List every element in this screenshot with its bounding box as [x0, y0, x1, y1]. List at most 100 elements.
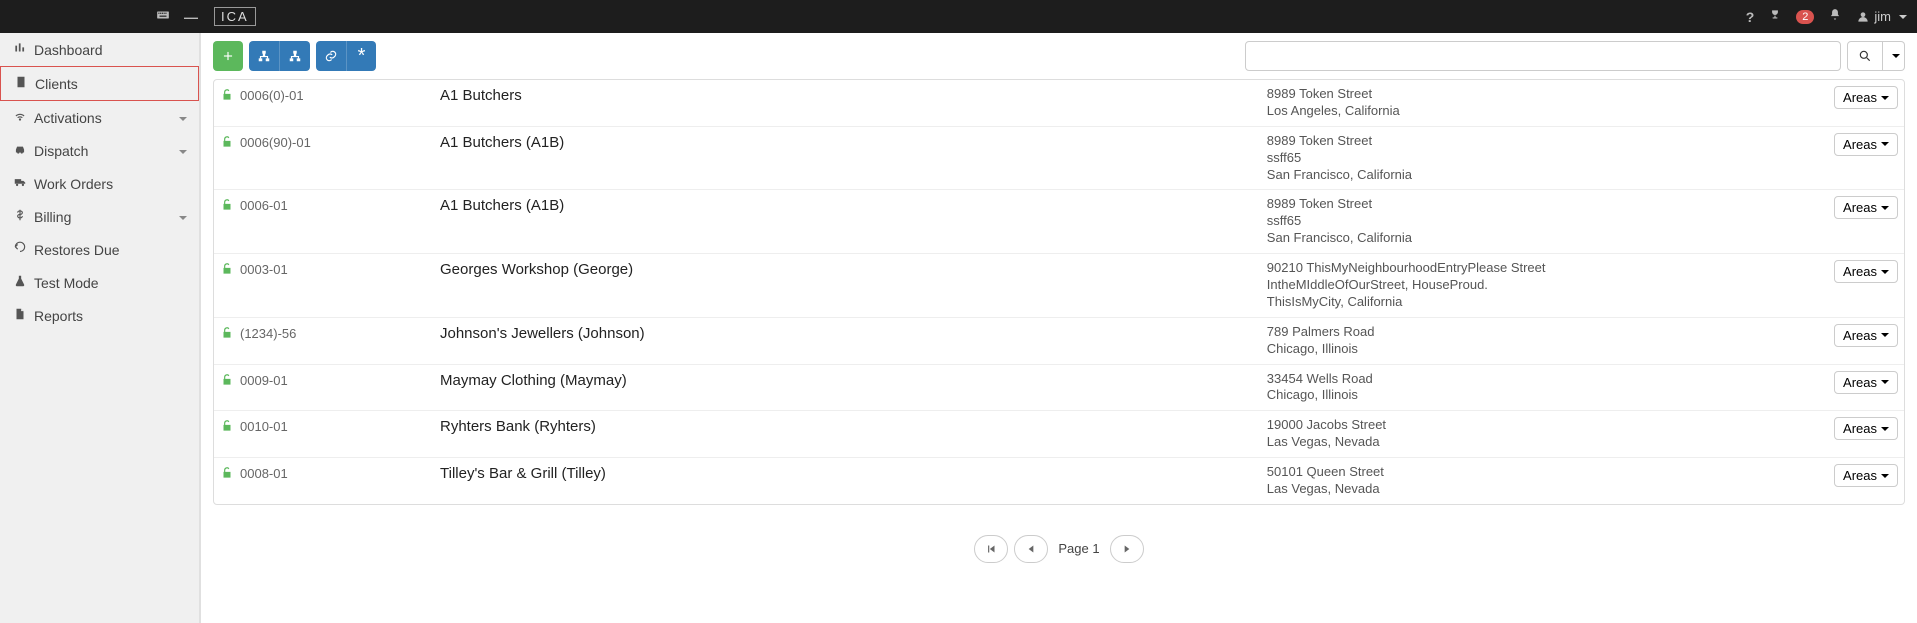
chart-icon [12, 41, 28, 58]
dollar-icon [12, 208, 28, 225]
client-address-line: Las Vegas, Nevada [1267, 481, 1818, 498]
areas-button[interactable]: Areas [1834, 86, 1898, 109]
client-address-line: ssff65 [1267, 213, 1818, 230]
client-address-line: San Francisco, California [1267, 230, 1818, 247]
sidebar-item-label: Clients [35, 76, 78, 92]
client-address: 789 Palmers RoadChicago, Illinois [1267, 324, 1818, 358]
topbar: — ICA ? 2 jim [0, 0, 1917, 33]
sidebar-item-label: Restores Due [34, 242, 120, 258]
sidebar-item-restores-due[interactable]: Restores Due [0, 233, 199, 266]
client-list: 0006(0)-01A1 Butchers8989 Token StreetLo… [213, 79, 1905, 505]
client-address-line: Los Angeles, California [1267, 103, 1818, 120]
titlebar-controls: — [10, 8, 210, 25]
client-address-line: 19000 Jacobs Street [1267, 417, 1818, 434]
unlock-icon [220, 417, 240, 451]
sidebar: Dashboard Clients Activations Dispatch Work … [0, 33, 200, 623]
sidebar-item-dashboard[interactable]: Dashboard [0, 33, 199, 66]
client-row[interactable]: 0009-01Maymay Clothing (Maymay)33454 Wel… [214, 364, 1904, 411]
unlock-icon [220, 464, 240, 498]
client-name: Tilley's Bar & Grill (Tilley) [440, 464, 1267, 498]
sidebar-item-activations[interactable]: Activations [0, 101, 199, 134]
help-icon[interactable]: ? [1746, 9, 1755, 25]
sidebar-item-label: Reports [34, 308, 83, 324]
client-address: 19000 Jacobs StreetLas Vegas, Nevada [1267, 417, 1818, 451]
client-row[interactable]: 0010-01Ryhters Bank (Ryhters)19000 Jacob… [214, 410, 1904, 457]
sitemap-alt-button[interactable] [279, 41, 310, 71]
client-address-line: Chicago, Illinois [1267, 387, 1818, 404]
pager: Page 1 [213, 535, 1905, 563]
areas-button[interactable]: Areas [1834, 324, 1898, 347]
client-code: (1234)-56 [240, 324, 440, 358]
areas-button[interactable]: Areas [1834, 196, 1898, 219]
link-button[interactable] [316, 41, 346, 71]
search-button[interactable] [1847, 41, 1883, 71]
client-address-line: Chicago, Illinois [1267, 341, 1818, 358]
sidebar-item-label: Activations [34, 110, 102, 126]
sidebar-item-reports[interactable]: Reports [0, 299, 199, 332]
client-address-line: San Francisco, California [1267, 167, 1818, 184]
minimize-icon[interactable]: — [184, 9, 198, 25]
asterisk-button[interactable]: * [346, 41, 376, 71]
sidebar-item-billing[interactable]: Billing [0, 200, 199, 233]
pager-first-button[interactable] [974, 535, 1008, 563]
client-code: 0006(0)-01 [240, 86, 440, 120]
client-address-line: 50101 Queen Street [1267, 464, 1818, 481]
sidebar-item-work-orders[interactable]: Work Orders [0, 167, 199, 200]
car-icon [12, 142, 28, 159]
client-row[interactable]: 0008-01Tilley's Bar & Grill (Tilley)5010… [214, 457, 1904, 504]
client-address: 50101 Queen StreetLas Vegas, Nevada [1267, 464, 1818, 498]
sidebar-item-clients[interactable]: Clients [0, 66, 199, 101]
areas-button[interactable]: Areas [1834, 417, 1898, 440]
search-options-button[interactable] [1883, 41, 1905, 71]
unlock-icon [220, 133, 240, 184]
app-logo: ICA [214, 7, 256, 26]
truck-icon [12, 175, 28, 192]
toolbar: * [213, 41, 1905, 71]
client-row[interactable]: 0006(90)-01A1 Butchers (A1B)8989 Token S… [214, 126, 1904, 190]
client-name: Georges Workshop (George) [440, 260, 1267, 311]
flask-icon [12, 274, 28, 291]
areas-button[interactable]: Areas [1834, 133, 1898, 156]
notification-badge[interactable]: 2 [1796, 10, 1814, 24]
search-input[interactable] [1245, 41, 1841, 71]
sidebar-item-label: Dispatch [34, 143, 88, 159]
client-address: 8989 Token Streetssff65San Francisco, Ca… [1267, 196, 1818, 247]
client-code: 0008-01 [240, 464, 440, 498]
client-address-line: 33454 Wells Road [1267, 371, 1818, 388]
unlock-icon [220, 324, 240, 358]
client-code: 0006(90)-01 [240, 133, 440, 184]
user-menu[interactable]: jim [1856, 9, 1907, 24]
bell-icon[interactable] [1828, 8, 1842, 25]
client-row[interactable]: (1234)-56Johnson's Jewellers (Johnson)78… [214, 317, 1904, 364]
username: jim [1874, 9, 1891, 24]
sidebar-item-test-mode[interactable]: Test Mode [0, 266, 199, 299]
pager-next-button[interactable] [1110, 535, 1144, 563]
areas-button[interactable]: Areas [1834, 371, 1898, 394]
client-row[interactable]: 0003-01Georges Workshop (George)90210 Th… [214, 253, 1904, 317]
client-code: 0010-01 [240, 417, 440, 451]
client-row[interactable]: 0006(0)-01A1 Butchers8989 Token StreetLo… [214, 80, 1904, 126]
areas-button[interactable]: Areas [1834, 260, 1898, 283]
sidebar-item-label: Billing [34, 209, 71, 225]
keyboard-icon[interactable] [156, 8, 170, 25]
trophy-icon[interactable] [1768, 8, 1782, 25]
unlock-icon [220, 260, 240, 311]
client-code: 0003-01 [240, 260, 440, 311]
client-name: Ryhters Bank (Ryhters) [440, 417, 1267, 451]
areas-button[interactable]: Areas [1834, 464, 1898, 487]
pager-prev-button[interactable] [1014, 535, 1048, 563]
client-address-line: Las Vegas, Nevada [1267, 434, 1818, 451]
chevron-down-icon [175, 143, 187, 159]
add-button[interactable] [213, 41, 243, 71]
unlock-icon [220, 86, 240, 120]
sidebar-item-dispatch[interactable]: Dispatch [0, 134, 199, 167]
client-address-line: ThisIsMyCity, California [1267, 294, 1818, 311]
chevron-down-icon [175, 209, 187, 225]
sitemap-button[interactable] [249, 41, 279, 71]
file-icon [12, 307, 28, 324]
sidebar-item-label: Test Mode [34, 275, 99, 291]
client-address-line: 8989 Token Street [1267, 133, 1818, 150]
client-name: Johnson's Jewellers (Johnson) [440, 324, 1267, 358]
client-row[interactable]: 0006-01A1 Butchers (A1B)8989 Token Stree… [214, 189, 1904, 253]
chevron-down-icon [175, 110, 187, 126]
